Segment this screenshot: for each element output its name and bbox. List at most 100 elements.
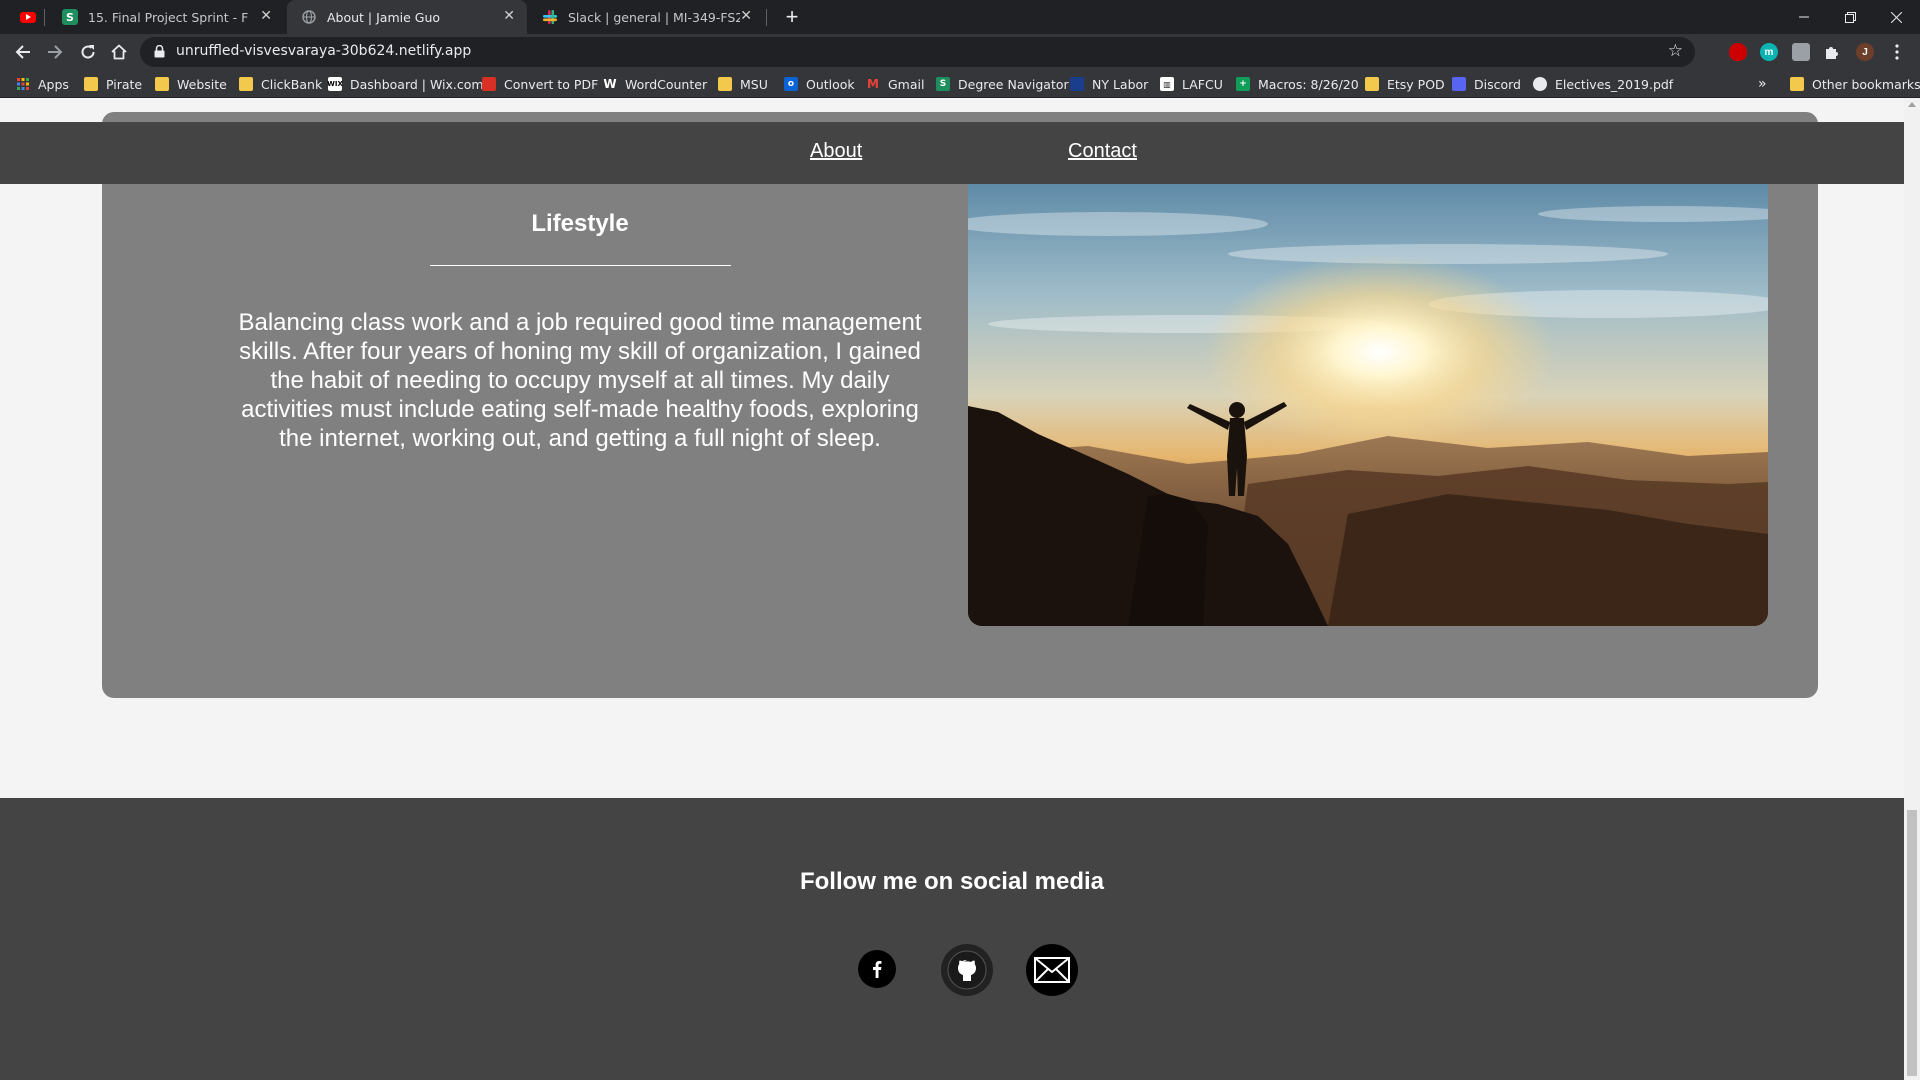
sunset-mountain-photo [968, 184, 1768, 626]
nav-contact-link[interactable]: Contact [1068, 140, 1137, 163]
bookmark-electives[interactable]: Electives_2019.pdf [1533, 75, 1673, 93]
facebook-icon[interactable] [858, 950, 896, 988]
bookmark-label: Apps [38, 76, 69, 92]
bookmark-label: Pirate [106, 76, 143, 92]
outlook-icon: o [784, 77, 798, 91]
bookmark-apps[interactable]: Apps [16, 75, 69, 93]
site-footer: Follow me on social media [0, 798, 1904, 1080]
bookmark-msu[interactable]: MSU [718, 75, 768, 93]
degree-navigator-icon: S [936, 77, 950, 91]
bookmark-label: NY Labor [1092, 76, 1149, 92]
bookmark-convert-pdf[interactable]: Convert to PDF [482, 75, 598, 93]
bookmark-label: Website [177, 76, 227, 92]
w-icon: W [603, 77, 617, 91]
bookmark-label: Degree Navigator [958, 76, 1069, 92]
other-bookmarks[interactable]: Other bookmarks [1790, 75, 1920, 93]
tab-youtube-pinned[interactable] [0, 0, 40, 34]
url-text: unruffled-visvesvaraya-30b624.netlify.ap… [176, 43, 472, 59]
lock-icon [154, 45, 165, 58]
bookmark-lafcu[interactable]: ▥ LAFCU [1160, 75, 1223, 93]
bookmark-label: Discord [1474, 76, 1521, 92]
folder-icon [1365, 77, 1379, 91]
bookmark-clickbank[interactable]: ClickBank [239, 75, 322, 93]
bookmark-discord[interactable]: Discord [1452, 75, 1521, 93]
close-window-icon[interactable] [1873, 0, 1919, 34]
extension-translate-icon[interactable] [1792, 43, 1810, 61]
tab-slack[interactable]: Slack | general | MI-349-FS20 | 1 ✕ [528, 0, 764, 34]
bookmark-label: Convert to PDF [504, 76, 599, 92]
globe-icon [301, 9, 317, 25]
bookmark-label: Other bookmarks [1812, 76, 1920, 92]
bookmark-label: Dashboard | Wix.com [350, 76, 484, 92]
ny-labor-icon [1070, 77, 1084, 91]
bookmark-gmail[interactable]: M Gmail [866, 75, 924, 93]
page-viewport: About Contact Lifestyle Balancing class … [0, 98, 1904, 1080]
bookmark-label: Electives_2019.pdf [1555, 76, 1674, 92]
tab-final-project[interactable]: S 15. Final Project Sprint - FS20-MI ✕ [48, 0, 284, 34]
back-arrow-icon[interactable] [11, 40, 35, 64]
close-tab-icon[interactable]: ✕ [740, 8, 752, 24]
folder-icon [84, 77, 98, 91]
restore-icon[interactable] [1827, 0, 1873, 34]
discord-icon [1452, 77, 1466, 91]
minimize-icon[interactable] [1781, 0, 1827, 34]
slack-icon [542, 9, 558, 25]
folder-icon [155, 77, 169, 91]
nav-about-link[interactable]: About [810, 140, 862, 163]
tab-separator [766, 9, 767, 26]
close-tab-icon[interactable]: ✕ [260, 8, 272, 24]
page-scrollbar[interactable] [1904, 98, 1920, 1080]
bookmark-label: MSU [740, 76, 768, 92]
home-icon[interactable] [107, 40, 131, 64]
browser-tabstrip: S 15. Final Project Sprint - FS20-MI ✕ A… [0, 0, 1920, 34]
bookmark-wordcounter[interactable]: W WordCounter [603, 75, 707, 93]
folder-icon [718, 77, 732, 91]
youtube-icon [20, 11, 36, 23]
bookmark-label: WordCounter [625, 76, 708, 92]
sheets-icon: S [62, 9, 78, 25]
extensions-puzzle-icon[interactable] [1823, 43, 1841, 61]
tab-title: Slack | general | MI-349-FS20 | 1 [568, 9, 740, 25]
scroll-up-arrow-icon[interactable] [1908, 102, 1916, 107]
globe-icon [1533, 77, 1547, 91]
bookmark-star-icon[interactable]: ☆ [1668, 41, 1683, 61]
tab-separator [44, 9, 45, 26]
bookmark-label: ClickBank [261, 76, 323, 92]
folder-icon [239, 77, 253, 91]
forward-arrow-icon[interactable] [43, 40, 67, 64]
extension-red-icon[interactable] [1729, 43, 1747, 61]
bookmark-label: LAFCU [1182, 76, 1223, 92]
address-bar[interactable]: unruffled-visvesvaraya-30b624.netlify.ap… [140, 37, 1695, 67]
bookmark-ny-labor[interactable]: NY Labor [1070, 75, 1148, 93]
bookmark-etsy-pod[interactable]: Etsy POD [1365, 75, 1445, 93]
footer-title: Follow me on social media [799, 868, 1105, 895]
tab-about-jamie[interactable]: About | Jamie Guo ✕ [287, 0, 527, 34]
more-menu-icon[interactable] [1888, 43, 1906, 61]
bookmark-website[interactable]: Website [155, 75, 227, 93]
bookmark-label: Macros: 8/26/20 [1258, 76, 1359, 92]
section-body: Balancing class work and a job required … [238, 309, 922, 452]
scrollbar-thumb[interactable] [1907, 810, 1917, 1076]
bookmark-label: Gmail [888, 76, 925, 92]
reload-icon[interactable] [76, 40, 100, 64]
close-tab-icon[interactable]: ✕ [503, 8, 515, 24]
email-icon[interactable] [1026, 944, 1078, 996]
more-bookmarks-button[interactable]: » [1758, 75, 1767, 93]
bookmark-macros[interactable]: + Macros: 8/26/20 [1236, 75, 1359, 93]
bookmark-wix[interactable]: WIX Dashboard | Wix.com [327, 75, 484, 93]
extension-m-icon[interactable]: m [1760, 43, 1778, 61]
wix-icon: WIX [327, 77, 343, 91]
bookmark-degree-navigator[interactable]: S Degree Navigator [936, 75, 1069, 93]
profile-avatar[interactable]: J [1856, 43, 1874, 61]
github-icon[interactable] [941, 944, 993, 996]
new-tab-button[interactable]: + [778, 4, 806, 30]
bookmark-outlook[interactable]: o Outlook [784, 75, 855, 93]
bookmark-label: Outlook [806, 76, 855, 92]
tab-title: 15. Final Project Sprint - FS20-MI [88, 9, 248, 25]
apps-grid-icon [16, 77, 30, 91]
bookmark-label: Etsy POD [1387, 76, 1445, 92]
browser-toolbar: unruffled-visvesvaraya-30b624.netlify.ap… [0, 34, 1920, 70]
site-navbar: About Contact [0, 122, 1904, 184]
sheets-icon: + [1236, 77, 1250, 91]
bookmark-pirate[interactable]: Pirate [84, 75, 142, 93]
